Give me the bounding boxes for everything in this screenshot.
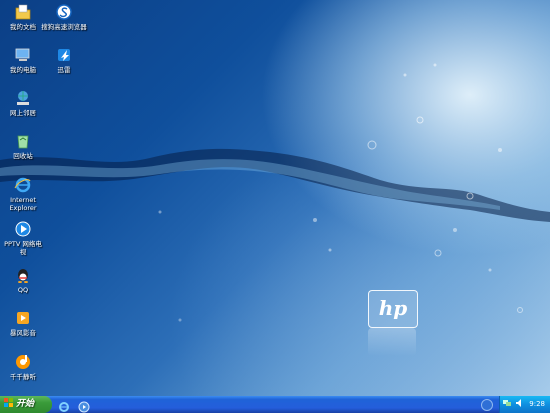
media-icon[interactable] bbox=[78, 401, 90, 413]
desktop-icon-my-documents[interactable]: 我的文档 bbox=[1, 3, 45, 31]
recycle-bin-icon bbox=[17, 135, 29, 149]
network-icon[interactable] bbox=[503, 399, 511, 407]
desktop-icon-recycle-bin[interactable]: 回收站 bbox=[1, 132, 45, 160]
desktop-icon-my-computer[interactable]: 我的电脑 bbox=[1, 46, 45, 74]
start-button[interactable]: 开始 bbox=[0, 396, 52, 413]
desktop-icon-internet-explorer[interactable]: Internet Explorer bbox=[1, 176, 45, 212]
desktop-icon-xunlei[interactable]: 迅雷 bbox=[42, 46, 86, 74]
system-tray: 9:28 bbox=[499, 396, 550, 413]
baofeng-icon bbox=[17, 312, 29, 324]
ttplayer-icon bbox=[16, 355, 30, 369]
sogou-browser-icon bbox=[56, 4, 72, 20]
desktop-icon-ttplayer[interactable]: 千千静听 bbox=[1, 353, 45, 381]
xunlei-icon bbox=[58, 49, 70, 61]
internet-explorer-icon bbox=[14, 177, 31, 193]
desktop-icon-label: 网上邻居 bbox=[10, 109, 36, 117]
hp-logo: hp bbox=[368, 290, 418, 328]
my-documents-icon bbox=[15, 4, 31, 20]
quick-launch bbox=[58, 398, 93, 413]
desktop-icon-network-places[interactable]: 网上邻居 bbox=[1, 89, 45, 117]
desktop[interactable]: hp 我的文档 我的电脑 网上邻居 回收站 Internet Explorer … bbox=[0, 0, 550, 396]
desktop-icon-label: 千千静听 bbox=[10, 373, 36, 381]
my-computer-icon bbox=[15, 48, 30, 61]
ie-icon[interactable] bbox=[58, 401, 70, 413]
network-places-icon bbox=[17, 91, 29, 105]
desktop-icon-qq[interactable]: QQ bbox=[1, 266, 45, 294]
desktop-icon-label: 暴风影音 bbox=[10, 329, 36, 337]
desktop-icon-label: PPTV 网络电视 bbox=[4, 240, 42, 256]
show-hidden-icons-button[interactable] bbox=[481, 399, 493, 411]
qq-icon bbox=[18, 269, 28, 283]
start-label: 开始 bbox=[16, 399, 35, 409]
desktop-icon-label: 回收站 bbox=[13, 152, 33, 160]
desktop-icon-baofeng[interactable]: 暴风影音 bbox=[1, 309, 45, 337]
desktop-icon-label: 我的文档 bbox=[10, 23, 36, 31]
clock[interactable]: 9:28 bbox=[529, 396, 545, 413]
volume-icon[interactable] bbox=[516, 399, 524, 407]
desktop-icon-label: 搜狗高速浏览器 bbox=[41, 23, 87, 31]
pptv-icon bbox=[15, 221, 31, 237]
desktop-icon-pptv[interactable]: PPTV 网络电视 bbox=[1, 220, 45, 256]
hp-logo-reflection bbox=[368, 328, 416, 356]
desktop-icon-sogou-browser[interactable]: 搜狗高速浏览器 bbox=[40, 3, 88, 31]
desktop-icon-label: QQ bbox=[17, 286, 29, 294]
desktop-icon-label: 迅雷 bbox=[57, 66, 71, 74]
desktop-icon-label: Internet Explorer bbox=[9, 196, 37, 212]
desktop-icon-label: 我的电脑 bbox=[10, 66, 36, 74]
taskbar: 开始 9:28 bbox=[0, 396, 550, 413]
windows-flag-icon bbox=[4, 398, 13, 407]
